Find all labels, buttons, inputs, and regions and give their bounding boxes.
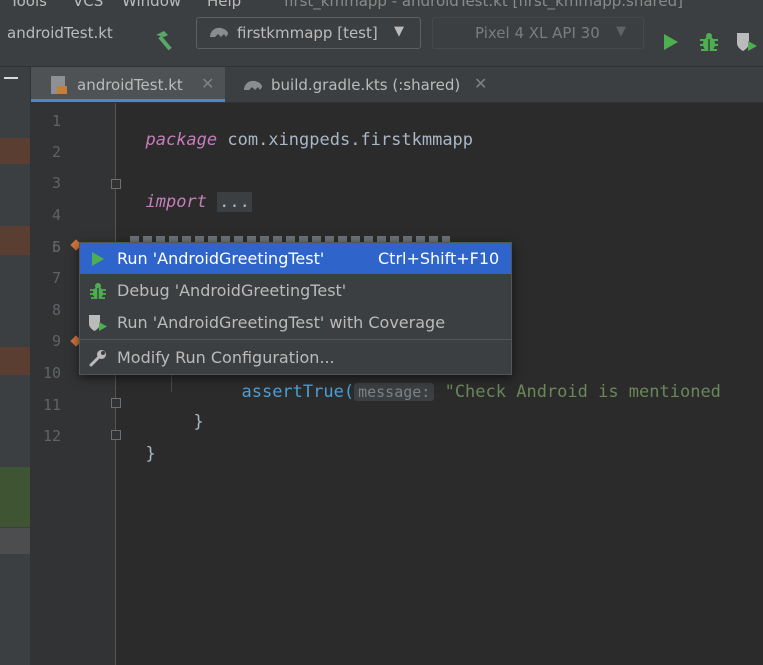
menu-item-debug[interactable]: Debug 'AndroidGreetingTest' xyxy=(80,275,511,306)
parameter-hint: message: xyxy=(354,383,435,401)
close-icon[interactable]: ✕ xyxy=(474,74,487,93)
code-line-12: } xyxy=(125,424,156,464)
closing-brace: } xyxy=(145,444,156,464)
menu-item-label: Modify Run Configuration... xyxy=(117,348,335,367)
menu-item-modify-config[interactable]: Modify Run Configuration... xyxy=(80,342,511,373)
device-selector[interactable]: Pixel 4 XL API 30 ▼ xyxy=(432,17,644,49)
change-marker xyxy=(0,467,30,527)
run-icon[interactable] xyxy=(661,32,681,52)
gradle-icon xyxy=(207,23,231,41)
run-config-label: firstkmmapp [test] xyxy=(237,24,378,42)
code-line-11: } xyxy=(173,392,204,432)
menu-bar: Tools VCS Window Help first_kmmapp - and… xyxy=(0,0,763,10)
line-number: 11 xyxy=(42,396,61,414)
menu-separator xyxy=(80,339,511,340)
indent-guide xyxy=(171,372,172,392)
menu-window[interactable]: Window xyxy=(122,0,181,10)
build-hammer-icon[interactable] xyxy=(152,29,178,53)
close-icon[interactable]: ✕ xyxy=(201,74,214,93)
line-number: 6 xyxy=(51,238,61,256)
editor-tab-bar: androidTest.kt ✕ build.gradle.kts (:shar… xyxy=(31,67,763,103)
line-number: 3 xyxy=(51,174,61,192)
wrench-icon xyxy=(88,348,108,368)
debug-icon xyxy=(88,281,108,301)
fold-icon[interactable] xyxy=(111,179,121,189)
line-number: 1 xyxy=(51,112,61,130)
line-number: 9 xyxy=(51,332,61,350)
function-call: assertTrue( xyxy=(241,382,355,402)
chevron-down-icon: ▼ xyxy=(616,24,626,39)
keyword: import xyxy=(145,192,207,212)
gradle-icon xyxy=(241,75,265,95)
menu-item-label: Run 'AndroidGreetingTest' xyxy=(117,249,325,268)
tab-label: build.gradle.kts (:shared) xyxy=(271,76,461,94)
gutter-run-popup: Run 'AndroidGreetingTest' Ctrl+Shift+F10… xyxy=(79,242,512,375)
collapse-icon[interactable] xyxy=(4,77,18,79)
line-number: 4 xyxy=(51,206,61,224)
change-marker xyxy=(0,226,30,255)
line-number: 12 xyxy=(42,427,61,445)
change-marker xyxy=(0,528,30,554)
package-name: com.xingpeds.firstkmmapp xyxy=(227,130,474,150)
line-number: 8 xyxy=(51,301,61,319)
line-number: 10 xyxy=(42,364,61,382)
debug-icon[interactable] xyxy=(698,31,720,53)
string-literal: "Check Android is mentioned xyxy=(444,382,721,402)
menu-help[interactable]: Help xyxy=(207,0,241,10)
menu-item-label: Debug 'AndroidGreetingTest' xyxy=(117,281,347,300)
kotlin-file-icon xyxy=(49,74,71,96)
chevron-down-icon: ▼ xyxy=(394,24,404,39)
menu-item-label: Run 'AndroidGreetingTest' with Coverage xyxy=(117,313,446,332)
device-label: Pixel 4 XL API 30 xyxy=(475,24,600,42)
fold-icon[interactable] xyxy=(111,430,121,440)
keyword: package xyxy=(145,130,218,150)
menu-item-coverage[interactable]: Run 'AndroidGreetingTest' with Coverage xyxy=(80,307,511,338)
folded-imports[interactable]: ... xyxy=(217,192,252,212)
line-number: 7 xyxy=(51,269,61,287)
menu-tools[interactable]: Tools xyxy=(10,0,47,10)
tab-label: androidTest.kt xyxy=(77,76,183,94)
menu-item-run[interactable]: Run 'AndroidGreetingTest' Ctrl+Shift+F10 xyxy=(80,243,511,274)
change-marker xyxy=(0,138,30,164)
code-line-1: package com.xingpeds.firstkmmapp xyxy=(125,110,473,150)
change-marker xyxy=(0,347,30,375)
closing-brace: } xyxy=(193,412,204,432)
run-icon xyxy=(88,249,108,269)
fold-icon[interactable] xyxy=(111,398,121,408)
coverage-icon xyxy=(88,313,108,333)
tab-androidtest[interactable]: androidTest.kt ✕ xyxy=(31,67,225,102)
window-title: first_kmmapp - androidTest.kt [first_kmm… xyxy=(284,0,684,10)
menu-item-shortcut: Ctrl+Shift+F10 xyxy=(378,249,500,268)
breadcrumb-file[interactable]: androidTest.kt xyxy=(7,24,113,42)
coverage-icon[interactable] xyxy=(735,31,759,53)
left-tool-strip xyxy=(0,67,31,665)
line-number: 2 xyxy=(51,143,61,161)
menu-vcs[interactable]: VCS xyxy=(73,0,103,10)
tab-build-gradle[interactable]: build.gradle.kts (:shared) ✕ xyxy=(227,67,499,102)
run-config-selector[interactable]: firstkmmapp [test] ▼ xyxy=(196,17,421,49)
code-line-3: import ... xyxy=(125,172,252,212)
